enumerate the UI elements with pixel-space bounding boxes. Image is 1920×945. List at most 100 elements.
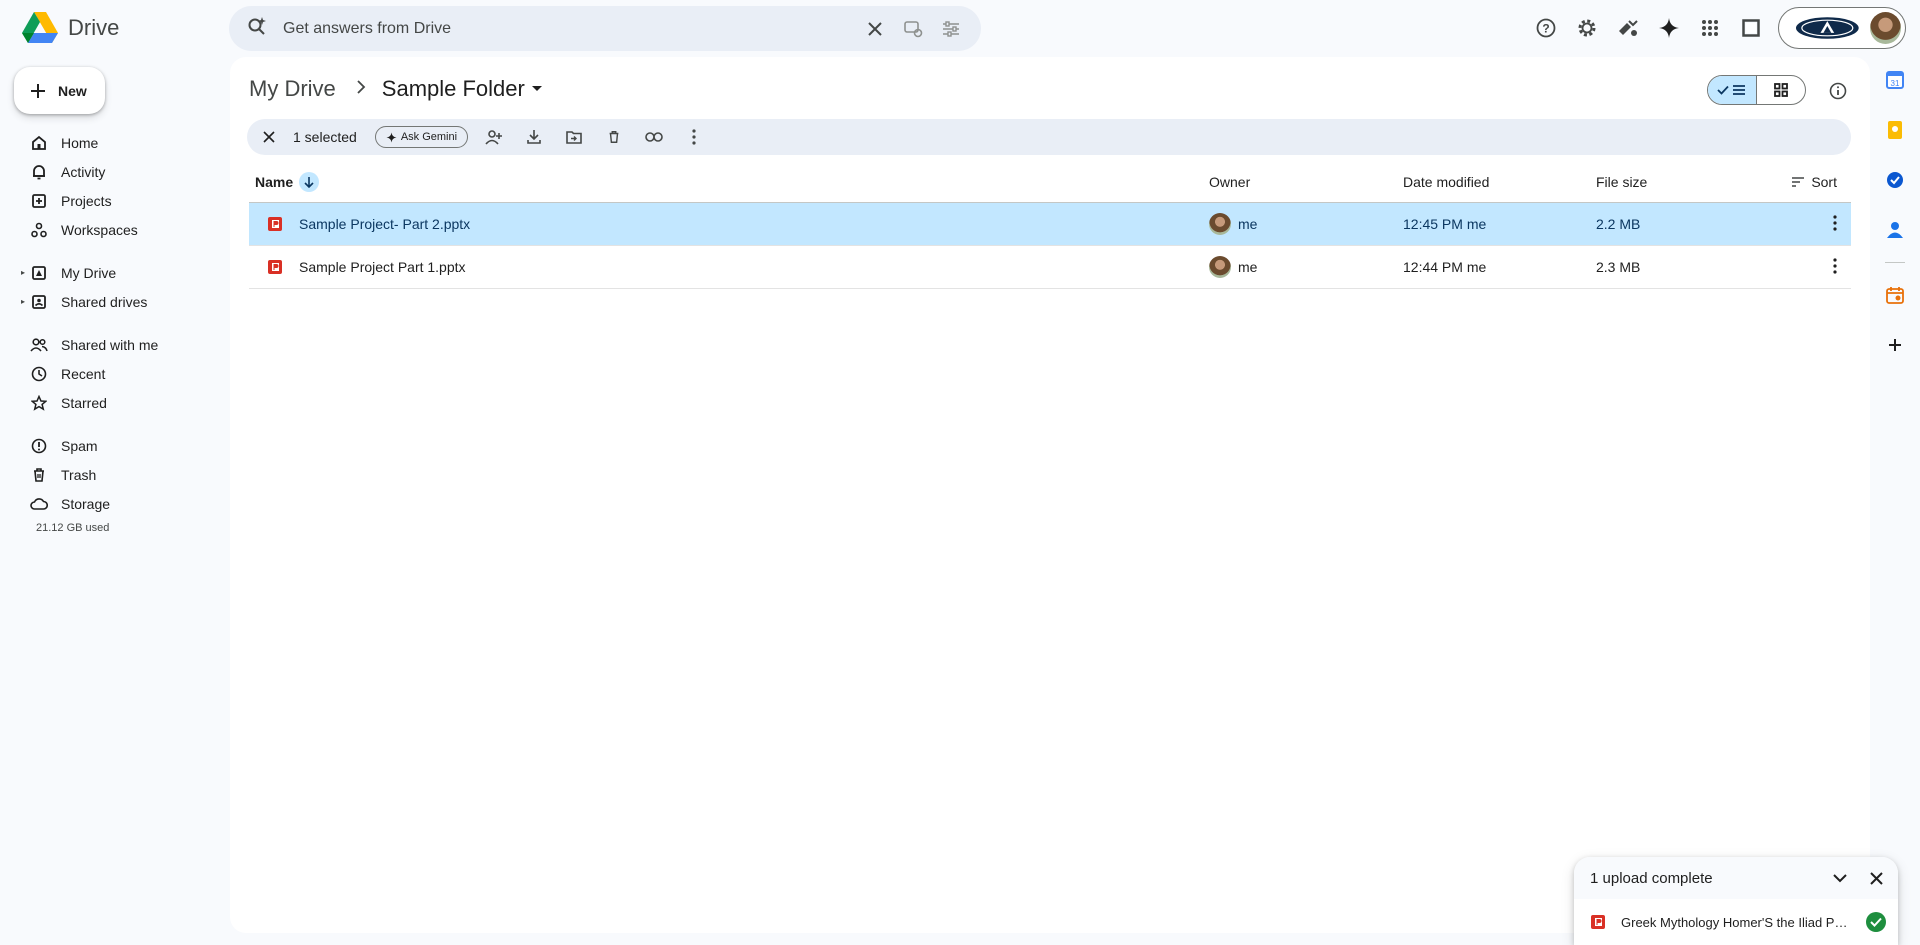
powerpoint-file-icon: [1591, 915, 1605, 929]
search-input[interactable]: [283, 19, 851, 38]
grid-icon: [1773, 83, 1788, 97]
sidebar-item-shared-drives[interactable]: ▸ Shared drives: [0, 287, 220, 316]
close-upload-panel-icon[interactable]: [1862, 864, 1890, 892]
side-apps-divider: [1885, 262, 1905, 263]
caret-down-icon: [531, 86, 542, 91]
ask-gemini-label: Ask Gemini: [400, 131, 458, 143]
sidebar-item-recent[interactable]: Recent: [0, 359, 220, 388]
download-icon[interactable]: [520, 123, 548, 151]
side-apps-panel: 31: [1880, 68, 1910, 383]
sidebar-item-starred[interactable]: Starred: [0, 388, 220, 417]
row-more-actions-icon[interactable]: [1833, 214, 1837, 234]
owner-avatar: [1209, 256, 1231, 278]
tasks-app-icon[interactable]: [1883, 168, 1907, 192]
expand-caret-icon[interactable]: ▸: [21, 268, 25, 277]
people-icon: [30, 336, 48, 354]
sidebar-item-trash[interactable]: Trash: [0, 460, 220, 489]
user-avatar[interactable]: [1869, 12, 1901, 44]
sidebar-item-storage[interactable]: Storage: [0, 489, 220, 518]
sort-label: Sort: [1811, 173, 1837, 190]
search-bar[interactable]: [229, 6, 981, 51]
workspaces-icon: [30, 221, 48, 239]
help-icon[interactable]: ?: [1530, 12, 1562, 44]
drive-logo[interactable]: Drive: [22, 12, 119, 44]
column-date-modified[interactable]: Date modified: [1403, 174, 1596, 190]
upload-complete-check-icon: [1866, 912, 1886, 932]
file-name[interactable]: Sample Project Part 1.pptx: [299, 259, 466, 275]
apps-script-icon[interactable]: [1612, 12, 1644, 44]
column-file-size[interactable]: File size: [1596, 174, 1786, 190]
account-switcher[interactable]: [1778, 7, 1906, 49]
sidebar-item-label: Recent: [61, 365, 106, 382]
sidebar-item-label: Shared with me: [61, 336, 159, 353]
breadcrumb-my-drive[interactable]: My Drive: [249, 76, 336, 102]
more-actions-icon[interactable]: [680, 123, 708, 151]
sidebar-item-label: Trash: [61, 466, 97, 483]
expand-caret-icon[interactable]: ▸: [21, 297, 25, 306]
sidebar-item-spam[interactable]: Spam: [0, 431, 220, 460]
file-size: 2.3 MB: [1596, 259, 1641, 275]
table-row[interactable]: Sample Project Part 1.pptx me 12:44 PM m…: [249, 246, 1851, 289]
sidebar-item-home[interactable]: Home: [0, 128, 220, 157]
powerpoint-file-icon: [268, 217, 282, 231]
grid-view-button[interactable]: [1757, 76, 1806, 104]
drive-logo-icon: [22, 12, 58, 43]
list-view-button[interactable]: [1708, 76, 1757, 104]
side-panel-toggle-icon[interactable]: [1735, 12, 1767, 44]
trash-icon[interactable]: [600, 123, 628, 151]
ask-gemini-button[interactable]: Ask Gemini: [374, 126, 469, 148]
organization-logo-icon: [1795, 17, 1859, 39]
clear-search-icon[interactable]: [861, 15, 889, 43]
google-apps-grid-icon[interactable]: [1694, 12, 1726, 44]
contacts-app-icon[interactable]: [1883, 218, 1907, 242]
sidebar-item-label: Spam: [61, 437, 98, 454]
table-row[interactable]: Sample Project- Part 2.pptx me 12:45 PM …: [249, 203, 1851, 246]
sidebar-item-label: Activity: [61, 163, 106, 180]
calendar-app-icon[interactable]: 31: [1883, 68, 1907, 92]
search-filters-icon[interactable]: [937, 15, 965, 43]
share-person-add-icon[interactable]: [480, 123, 508, 151]
table-header: Name Owner Date modified File size Sort: [249, 161, 1851, 203]
calendar-schedule-icon[interactable]: [1883, 283, 1907, 307]
folder-title: Sample Folder: [381, 76, 525, 101]
sort-direction-arrow-icon[interactable]: [299, 171, 320, 192]
collapse-chevron-down-icon[interactable]: [1826, 864, 1854, 892]
sidebar-item-shared-with-me[interactable]: Shared with me: [0, 330, 220, 359]
upload-item[interactable]: Greek Mythology Homer'S the Iliad Pr...: [1574, 899, 1898, 945]
file-name[interactable]: Sample Project- Part 2.pptx: [299, 216, 470, 232]
svg-text:31: 31: [1891, 79, 1900, 88]
trash-icon: [30, 466, 48, 484]
gemini-icon[interactable]: [1653, 12, 1685, 44]
search-options-icon[interactable]: [899, 15, 927, 43]
add-app-plus-icon[interactable]: [1883, 333, 1907, 357]
chevron-right-icon: [356, 79, 366, 99]
info-icon[interactable]: [1826, 79, 1850, 103]
sidebar-item-projects[interactable]: Projects: [0, 186, 220, 215]
app-title: Drive: [68, 15, 120, 40]
svg-text:?: ?: [1542, 22, 1549, 36]
sidebar-item-label: Storage: [61, 495, 111, 512]
new-button[interactable]: New: [14, 67, 105, 114]
clear-selection-icon[interactable]: [255, 123, 283, 151]
keep-app-icon[interactable]: [1883, 118, 1907, 142]
sidebar-item-workspaces[interactable]: Workspaces: [0, 215, 220, 244]
column-owner[interactable]: Owner: [1209, 174, 1403, 190]
star-icon: [30, 394, 48, 412]
sidebar-item-activity[interactable]: Activity: [0, 157, 220, 186]
move-to-folder-icon[interactable]: [560, 123, 588, 151]
column-name[interactable]: Name: [249, 171, 1209, 192]
sort-button[interactable]: Sort: [1791, 174, 1837, 190]
date-modified: 12:44 PM me: [1403, 259, 1487, 275]
list-icon: [1733, 85, 1746, 95]
sidebar-item-label: Home: [61, 134, 99, 151]
row-more-actions-icon[interactable]: [1833, 257, 1837, 277]
home-icon: [30, 134, 48, 152]
sidebar-item-label: Projects: [61, 192, 112, 209]
copy-link-icon[interactable]: [640, 123, 668, 151]
bell-icon: [30, 163, 48, 181]
sidebar-item-my-drive[interactable]: ▸ My Drive: [0, 258, 220, 287]
breadcrumb-current-folder[interactable]: Sample Folder: [382, 76, 543, 102]
upload-file-name: Greek Mythology Homer'S the Iliad Pr...: [1621, 914, 1848, 930]
breadcrumb: My Drive Sample Folder: [249, 76, 543, 102]
settings-gear-icon[interactable]: [1571, 12, 1603, 44]
